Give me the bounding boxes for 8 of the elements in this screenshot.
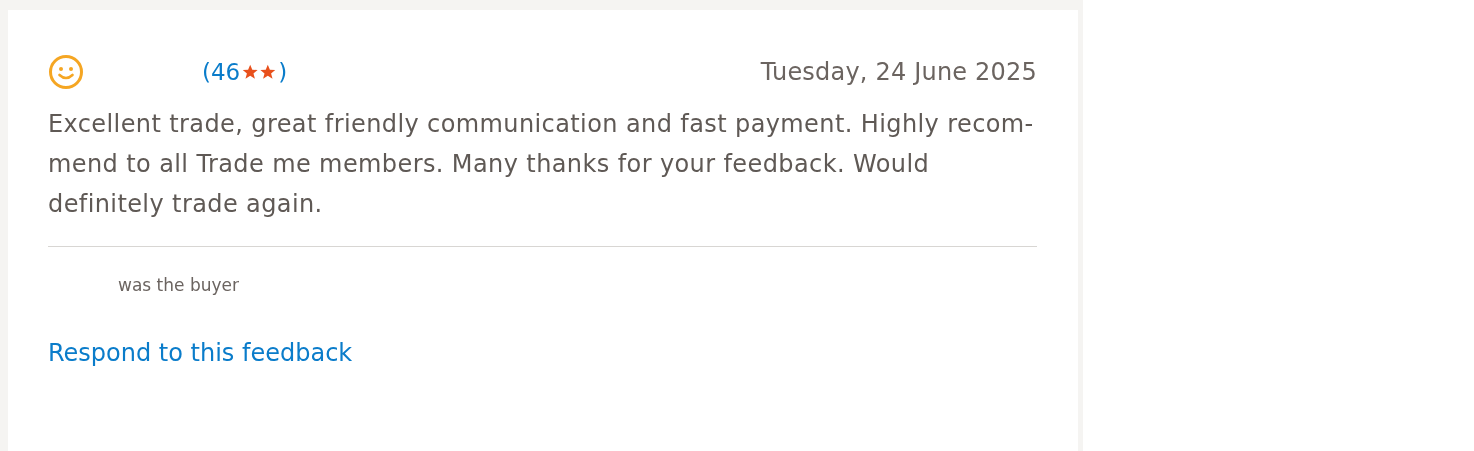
smiley-icon [48, 54, 84, 90]
feedback-comment: Excellent trade, great friendly communication and fast payment. Highly recom-mend to all Trade me members. Many thanks for your feedback. Would definitely trade again. [48, 109, 1035, 220]
respond-link[interactable]: Respond to this feedback [48, 339, 353, 367]
role-text: was the buyer [118, 275, 239, 295]
two-stars-icon [242, 64, 277, 80]
feedback-date: Tuesday, 24 June 2025 [760, 58, 1037, 86]
rating-count[interactable]: (46 [202, 59, 241, 85]
rating-bracket: ) [278, 59, 288, 85]
